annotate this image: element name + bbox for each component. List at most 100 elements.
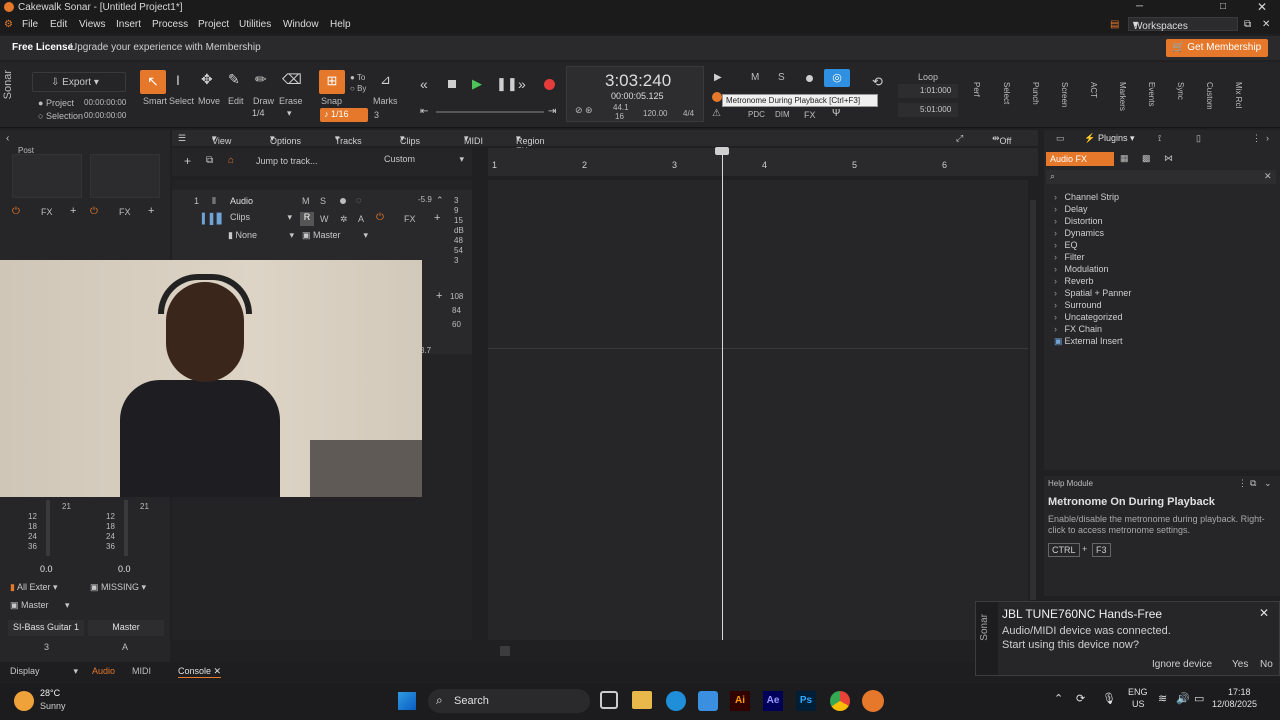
plugin-category[interactable]: › Surround <box>1054 300 1102 310</box>
task-view-icon[interactable] <box>600 691 618 709</box>
module-custom[interactable]: Custom <box>1205 82 1214 110</box>
edit-tool-icon[interactable]: ✎ <box>228 71 240 88</box>
menu-help[interactable]: Help <box>330 19 351 30</box>
output-select-left[interactable]: ▣ Master ▾ <box>10 600 82 614</box>
eq-graph-right[interactable] <box>90 154 160 198</box>
weather-icon[interactable] <box>14 691 34 711</box>
volume-left[interactable]: 0.0 <box>40 564 53 574</box>
taskbar-search[interactable]: ⌕ Search <box>428 689 590 713</box>
track-name[interactable]: Audio <box>230 196 253 206</box>
add-lane-icon[interactable]: + <box>436 290 442 302</box>
metronome-icon[interactable]: ▶ <box>714 72 722 83</box>
track-add-fx-icon[interactable]: + <box>434 212 440 224</box>
fx-bypass-button[interactable]: FX <box>804 110 816 120</box>
add-track-icon[interactable]: + <box>184 154 191 168</box>
track-volume[interactable]: -5.9 <box>418 195 432 204</box>
plugin-category[interactable]: › Channel Strip <box>1054 192 1119 202</box>
module-mix-recall[interactable]: Mix Rcl <box>1234 82 1243 108</box>
menu-file[interactable]: File <box>22 19 38 30</box>
track-menu-icon[interactable]: ☰ <box>178 133 186 144</box>
automation-button[interactable]: A <box>358 214 364 224</box>
module-sync[interactable]: Sync <box>1176 82 1185 100</box>
loop-start-field[interactable]: 1:01:000 <box>898 84 958 98</box>
menu-project[interactable]: Project <box>198 19 229 30</box>
fx-power-icon[interactable]: ⏻ <box>12 206 20 217</box>
arm-all-icon[interactable] <box>806 75 813 82</box>
language-secondary[interactable]: US <box>1132 699 1145 709</box>
plugin-category[interactable]: › EQ <box>1054 240 1078 250</box>
wifi-icon[interactable]: ≋ <box>1158 692 1167 705</box>
close-doc-icon[interactable]: ✕ <box>1262 19 1270 30</box>
module-screen[interactable]: Screen <box>1060 82 1069 107</box>
plugin-category[interactable]: › Filter <box>1054 252 1085 262</box>
store-icon[interactable] <box>698 691 718 711</box>
track-echo-icon[interactable]: ◌ <box>356 195 361 205</box>
instruments-tab-icon[interactable]: ▦ <box>1120 153 1129 164</box>
stop-icon[interactable] <box>448 80 456 88</box>
plugin-category[interactable]: › Reverb <box>1054 276 1094 286</box>
sonar-taskbar-icon[interactable] <box>862 690 884 712</box>
module-perf[interactable]: Perf <box>972 82 981 97</box>
media-tab-icon[interactable]: ⟟ <box>1158 133 1161 144</box>
freeze-icon[interactable]: ✲ <box>340 214 348 225</box>
track-mute-button[interactable]: M <box>302 196 310 206</box>
panel-next-icon[interactable]: › <box>1266 133 1269 143</box>
plugin-category[interactable]: › Delay <box>1054 204 1088 214</box>
no-button[interactable]: No <box>1260 659 1273 670</box>
volume-icon[interactable]: 🔊 <box>1176 692 1190 705</box>
track-solo-button[interactable]: S <box>320 196 326 206</box>
photoshop-icon[interactable]: Ps <box>796 691 816 711</box>
loop-icon[interactable]: ⟲ <box>872 74 883 90</box>
input-select-left[interactable]: ▮ All Exter ▾ <box>10 582 82 596</box>
duplicate-icon[interactable]: ⧉ <box>206 155 213 166</box>
help-options-icon[interactable]: ⋮ <box>1238 478 1247 489</box>
menu-views[interactable]: Views <box>79 19 106 30</box>
restore-icon[interactable]: ⧉ <box>1244 19 1251 30</box>
input-echo-button[interactable]: ◎ <box>824 69 850 87</box>
edge-icon[interactable] <box>666 691 686 711</box>
plugins-tab[interactable]: Plugins ▾ <box>1098 133 1135 144</box>
midi-tab[interactable]: MIDI <box>132 666 151 676</box>
clips-select[interactable]: Clips ▾ <box>224 212 296 226</box>
eq-graph-left[interactable] <box>12 154 82 198</box>
after-effects-icon[interactable]: Ae <box>763 691 783 711</box>
audio-fx-tab[interactable]: Audio FX <box>1046 152 1114 166</box>
rewind-icon[interactable]: « <box>420 76 428 92</box>
inspector-back-icon[interactable]: ‹ <box>6 133 9 144</box>
zoom-icon[interactable]: ⤢ <box>956 133 963 144</box>
snap-off-toggle[interactable]: ⇹ Off <box>992 133 1011 146</box>
clock-date[interactable]: 12/08/2025 <box>1212 699 1257 709</box>
record-icon[interactable] <box>544 79 555 90</box>
solo-all-button[interactable]: S <box>778 72 785 83</box>
module-select[interactable]: Select <box>1002 82 1011 104</box>
plugin-category[interactable]: › FX Chain <box>1054 324 1102 334</box>
plugin-category[interactable]: › Dynamics <box>1054 228 1104 238</box>
help-collapse-icon[interactable]: ⌄ <box>1264 478 1272 489</box>
audio-tab[interactable]: Audio <box>92 666 115 676</box>
snap-to-option[interactable]: ● To <box>350 73 365 82</box>
windows-start-icon[interactable] <box>398 692 416 710</box>
menu-region-fx[interactable]: Region FX ▾ <box>516 133 545 156</box>
loop-end-field[interactable]: 5:01:000 <box>898 103 958 117</box>
fast-forward-icon[interactable]: » <box>518 76 526 92</box>
menu-tracks[interactable]: Tracks ▾ <box>335 133 362 146</box>
loop-end-icon[interactable]: ⇥ <box>548 106 556 117</box>
plugin-category[interactable]: › Distortion <box>1054 216 1103 226</box>
clear-search-icon[interactable]: ✕ <box>1264 171 1272 182</box>
track-collapse-icon[interactable]: ⌃ <box>436 195 444 206</box>
menu-edit[interactable]: Edit <box>50 19 67 30</box>
metronome-record-icon[interactable] <box>712 92 722 102</box>
menu-utilities[interactable]: Utilities <box>239 19 271 30</box>
plugin-search-input[interactable]: ⌕ ✕ <box>1046 170 1276 184</box>
mix-icon[interactable]: Ψ <box>832 108 840 119</box>
tray-overflow-icon[interactable]: ⌃ <box>1054 692 1063 705</box>
module-events[interactable]: Events <box>1147 82 1156 106</box>
strip-name-left[interactable]: SI-Bass Guitar 1 <box>8 620 84 636</box>
snap-button[interactable]: ⊞ <box>319 70 345 94</box>
module-markers[interactable]: Markers <box>1118 82 1127 111</box>
fx-power-right-icon[interactable]: ⏻ <box>90 206 98 217</box>
app-menu-icon[interactable]: ⚙ <box>4 19 13 30</box>
select-tool-icon[interactable]: I <box>176 72 180 88</box>
play-icon[interactable]: ▶ <box>472 76 482 92</box>
jump-to-track[interactable]: Jump to track... <box>256 156 318 166</box>
